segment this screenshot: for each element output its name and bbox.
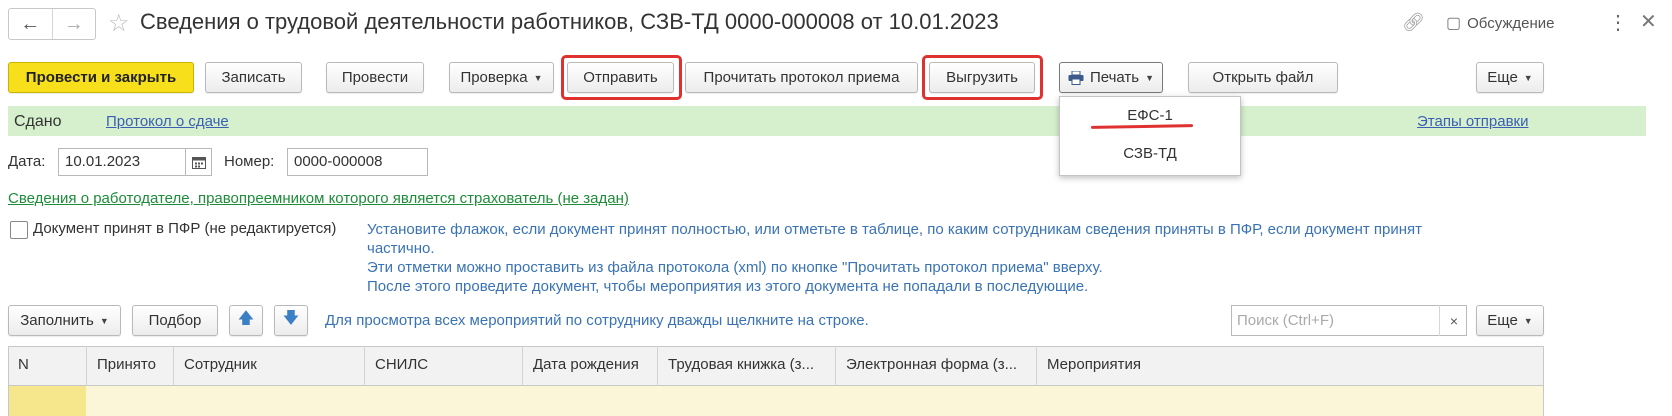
chevron-down-icon: ▼: [1523, 72, 1533, 83]
more-menu-icon[interactable]: ⋮: [1608, 10, 1628, 35]
export-label: Выгрузить: [946, 69, 1018, 86]
table-cell-selected[interactable]: [9, 386, 86, 416]
hint-line: После этого проведите документ, чтобы ме…: [367, 278, 1089, 295]
send-button[interactable]: Отправить: [567, 62, 674, 93]
read-protocol-button[interactable]: Прочитать протокол приема: [685, 62, 918, 93]
post-and-close-label: Провести и закрыть: [25, 69, 177, 86]
link-icon[interactable]: 🔗︎: [1402, 12, 1425, 33]
accepted-checkbox[interactable]: [10, 221, 28, 239]
print-menu-item-szvtd[interactable]: СЗВ-ТД: [1060, 145, 1240, 162]
discussion-label: Обсуждение: [1467, 14, 1555, 32]
check-label: Проверка: [460, 69, 528, 86]
post-label: Провести: [341, 69, 409, 86]
column-header-birthdate[interactable]: Дата рождения: [533, 356, 639, 373]
more-label: Еще: [1487, 69, 1518, 86]
table-hint: Для просмотра всех мероприятий по сотруд…: [325, 312, 869, 329]
clear-search-icon[interactable]: ×: [1439, 305, 1468, 336]
check-button[interactable]: Проверка ▼: [449, 62, 554, 93]
number-field[interactable]: 0000-000008: [287, 148, 428, 176]
print-label: Печать: [1089, 69, 1140, 86]
column-divider: [173, 346, 174, 386]
column-header-snils[interactable]: СНИЛС: [375, 356, 428, 373]
column-divider: [86, 346, 87, 386]
column-header-n[interactable]: N: [18, 356, 29, 373]
close-icon[interactable]: ✕: [1640, 9, 1657, 34]
save-button[interactable]: Записать: [205, 62, 302, 93]
select-label: Подбор: [148, 312, 202, 329]
number-label: Номер:: [224, 153, 275, 170]
date-label: Дата:: [8, 153, 46, 170]
column-header-electronic-form[interactable]: Электронная форма (з...: [846, 356, 1017, 373]
open-file-label: Открыть файл: [1212, 69, 1314, 86]
status-state: Сдано: [14, 113, 62, 130]
chevron-down-icon: ▼: [1523, 315, 1533, 326]
date-field[interactable]: 10.01.2023: [58, 148, 186, 176]
column-divider: [657, 346, 658, 386]
nav-buttons: ← →: [8, 8, 96, 40]
chat-icon: ▢: [1446, 15, 1462, 32]
hint-line: частично.: [367, 240, 435, 257]
table-more-label: Еще: [1487, 312, 1518, 329]
hint-line: Установите флажок, если документ принят …: [367, 221, 1423, 238]
calendar-icon[interactable]: [186, 148, 212, 176]
print-menu-item-efs1[interactable]: ЕФС-1: [1060, 107, 1240, 124]
column-header-workbook[interactable]: Трудовая книжка (з...: [668, 356, 814, 373]
hint-text: Установите флажок, если документ принят …: [367, 220, 1507, 296]
export-button[interactable]: Выгрузить: [929, 62, 1035, 93]
column-divider: [522, 346, 523, 386]
column-header-employee[interactable]: Сотрудник: [184, 356, 257, 373]
employer-link[interactable]: Сведения о работодателе, правопреемником…: [8, 190, 629, 207]
table-more-button[interactable]: Еще ▼: [1476, 305, 1544, 336]
arrow-down-icon: 🡇: [282, 310, 300, 327]
post-button[interactable]: Провести: [326, 62, 424, 93]
more-button[interactable]: Еще ▼: [1476, 62, 1544, 93]
table-row[interactable]: [8, 386, 1544, 416]
accepted-checkbox-label: Документ принят в ПФР (не редактируется): [33, 220, 337, 237]
printer-icon: [1068, 70, 1084, 85]
column-divider: [1036, 346, 1037, 386]
discussion-button[interactable]: ▢ Обсуждение: [1446, 13, 1555, 33]
move-down-button[interactable]: 🡇: [274, 305, 308, 336]
hint-line: Эти отметки можно проставить из файла пр…: [367, 259, 1103, 276]
chevron-down-icon: ▼: [1145, 72, 1155, 83]
read-protocol-label: Прочитать протокол приема: [703, 69, 900, 86]
favorite-star-icon[interactable]: ☆: [108, 9, 130, 38]
fill-label: Заполнить: [20, 312, 94, 329]
chevron-down-icon: ▼: [99, 315, 109, 326]
chevron-down-icon: ▼: [533, 72, 543, 83]
send-label: Отправить: [583, 69, 658, 86]
arrow-up-icon: 🡅: [237, 310, 255, 327]
fill-button[interactable]: Заполнить ▼: [8, 305, 121, 336]
page-title: Сведения о трудовой деятельности работни…: [140, 9, 999, 34]
column-divider: [835, 346, 836, 386]
back-button[interactable]: ←: [9, 9, 52, 39]
save-label: Записать: [221, 69, 286, 86]
column-header-accepted[interactable]: Принято: [97, 356, 156, 373]
print-button[interactable]: Печать ▼: [1059, 62, 1163, 93]
column-divider: [364, 346, 365, 386]
print-menu: ЕФС-1 СЗВ-ТД: [1059, 96, 1241, 176]
protocol-link[interactable]: Протокол о сдаче: [106, 113, 229, 130]
post-and-close-button[interactable]: Провести и закрыть: [8, 62, 194, 93]
search-placeholder: Поиск (Ctrl+F): [1237, 312, 1334, 329]
select-button[interactable]: Подбор: [132, 305, 218, 336]
forward-button[interactable]: →: [51, 9, 96, 39]
stages-link[interactable]: Этапы отправки: [1417, 113, 1529, 130]
column-header-events[interactable]: Мероприятия: [1047, 356, 1141, 373]
open-file-button[interactable]: Открыть файл: [1188, 62, 1338, 93]
move-up-button[interactable]: 🡅: [229, 305, 263, 336]
status-bar: [8, 106, 1646, 136]
